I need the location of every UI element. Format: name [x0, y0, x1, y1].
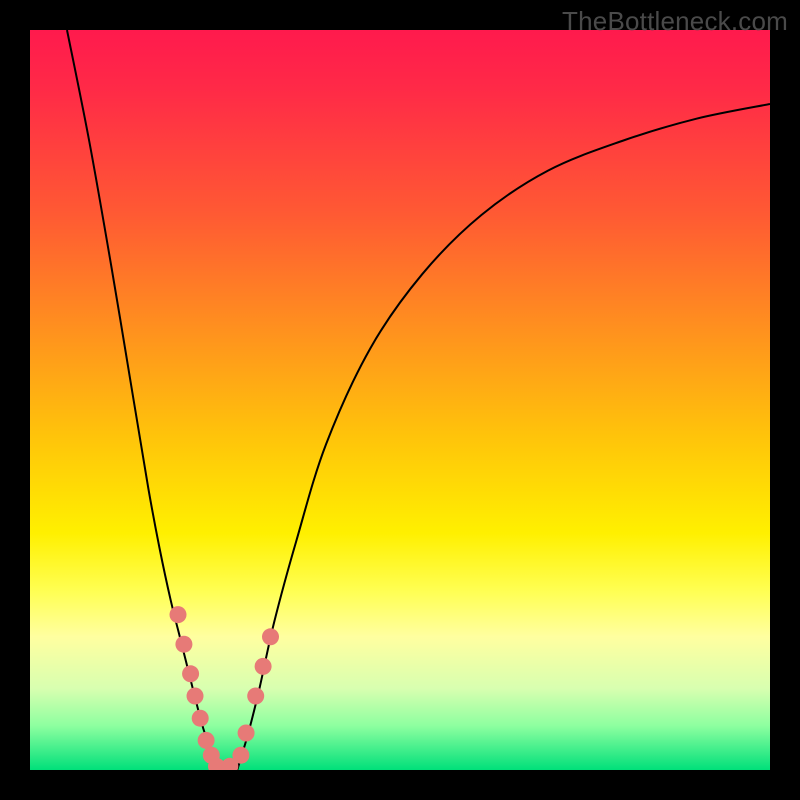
data-marker: [198, 732, 215, 749]
data-marker: [238, 725, 255, 742]
chart-frame: TheBottleneck.com: [0, 0, 800, 800]
data-marker: [232, 747, 249, 764]
data-marker: [255, 658, 272, 675]
data-marker: [170, 606, 187, 623]
data-marker: [175, 636, 192, 653]
right-branch-curve: [237, 104, 770, 770]
marker-group: [170, 606, 280, 770]
curve-layer: [30, 30, 770, 770]
left-branch-curve: [67, 30, 216, 770]
data-marker: [192, 710, 209, 727]
data-marker: [262, 628, 279, 645]
data-marker: [187, 688, 204, 705]
data-marker: [247, 688, 264, 705]
watermark-text: TheBottleneck.com: [562, 6, 788, 37]
gradient-plot-area: [30, 30, 770, 770]
data-marker: [182, 665, 199, 682]
